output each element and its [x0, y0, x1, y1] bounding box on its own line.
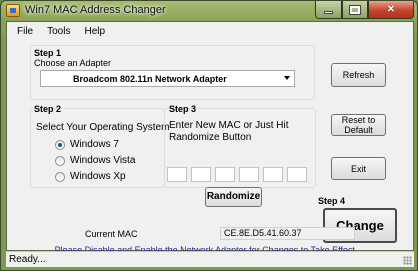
adapter-dropdown[interactable]: Broadcom 802.11n Network Adapter	[40, 70, 295, 87]
radio-windows-vista[interactable]: Windows Vista	[55, 155, 135, 166]
reset-label-line1: Reset to	[341, 115, 376, 125]
reset-label-line2: Default	[344, 125, 373, 135]
resize-grip-icon[interactable]	[403, 256, 412, 265]
refresh-button[interactable]: Refresh	[331, 63, 386, 87]
title-bar[interactable]: Win7 MAC Address Changer ✕	[1, 1, 417, 21]
radio-button[interactable]	[55, 155, 65, 166]
mac-octet-6-input[interactable]	[287, 167, 307, 182]
mac-octet-1-input[interactable]	[167, 167, 187, 182]
step2-title: Step 2	[34, 104, 62, 114]
refresh-label: Refresh	[342, 70, 375, 80]
minimize-icon	[324, 11, 333, 14]
mac-octet-5-input[interactable]	[263, 167, 283, 182]
menu-file[interactable]: File	[17, 26, 33, 37]
current-mac-value: CE.8E.D5.41.60.37	[220, 227, 355, 240]
step1-title: Step 1	[34, 48, 62, 58]
radio-button[interactable]	[55, 171, 65, 182]
step2-label: Select Your Operating System	[36, 122, 170, 133]
radio-windows-xp[interactable]: Windows Xp	[55, 171, 126, 182]
reset-to-default-button[interactable]: Reset to Default	[331, 114, 386, 136]
maximize-icon	[349, 4, 361, 15]
current-mac-label: Current MAC	[85, 229, 138, 239]
close-icon: ✕	[386, 4, 396, 15]
step3-title: Step 3	[169, 104, 197, 114]
radio-button[interactable]	[55, 139, 65, 150]
radio-label: Windows 7	[70, 139, 119, 150]
randomize-label: Randomize	[206, 191, 261, 202]
maximize-button[interactable]	[342, 1, 368, 19]
status-text: Ready...	[9, 254, 46, 265]
radio-label: Windows Xp	[70, 171, 126, 182]
step3-label-line2: Randomize Button	[169, 132, 252, 143]
radio-windows7[interactable]: Windows 7	[55, 139, 119, 150]
app-icon	[6, 4, 20, 17]
exit-button[interactable]: Exit	[331, 157, 386, 180]
menu-help[interactable]: Help	[84, 26, 105, 37]
chevron-down-icon	[284, 76, 290, 80]
mac-octet-2-input[interactable]	[191, 167, 211, 182]
mac-octet-3-input[interactable]	[215, 167, 235, 182]
step4-title: Step 4	[318, 196, 346, 206]
status-bar: Ready...	[6, 251, 414, 267]
menu-tools[interactable]: Tools	[47, 26, 70, 37]
menu-bar: File Tools Help	[7, 22, 413, 40]
exit-label: Exit	[350, 163, 366, 174]
step1-label: Choose an Adapter	[34, 58, 112, 68]
radio-label: Windows Vista	[70, 155, 136, 166]
app-window: Win7 MAC Address Changer ✕ File Tools He…	[0, 0, 418, 271]
mac-octet-4-input[interactable]	[239, 167, 259, 182]
minimize-button[interactable]	[315, 1, 342, 19]
client-area: File Tools Help Step 1 Choose an Adapter…	[6, 21, 414, 265]
close-button[interactable]: ✕	[368, 1, 414, 19]
adapter-selected: Broadcom 802.11n Network Adapter	[73, 73, 227, 84]
window-title: Win7 MAC Address Changer	[25, 4, 166, 16]
step3-label-line1: Enter New MAC or Just Hit	[169, 120, 289, 131]
randomize-button[interactable]: Randomize	[205, 187, 262, 207]
